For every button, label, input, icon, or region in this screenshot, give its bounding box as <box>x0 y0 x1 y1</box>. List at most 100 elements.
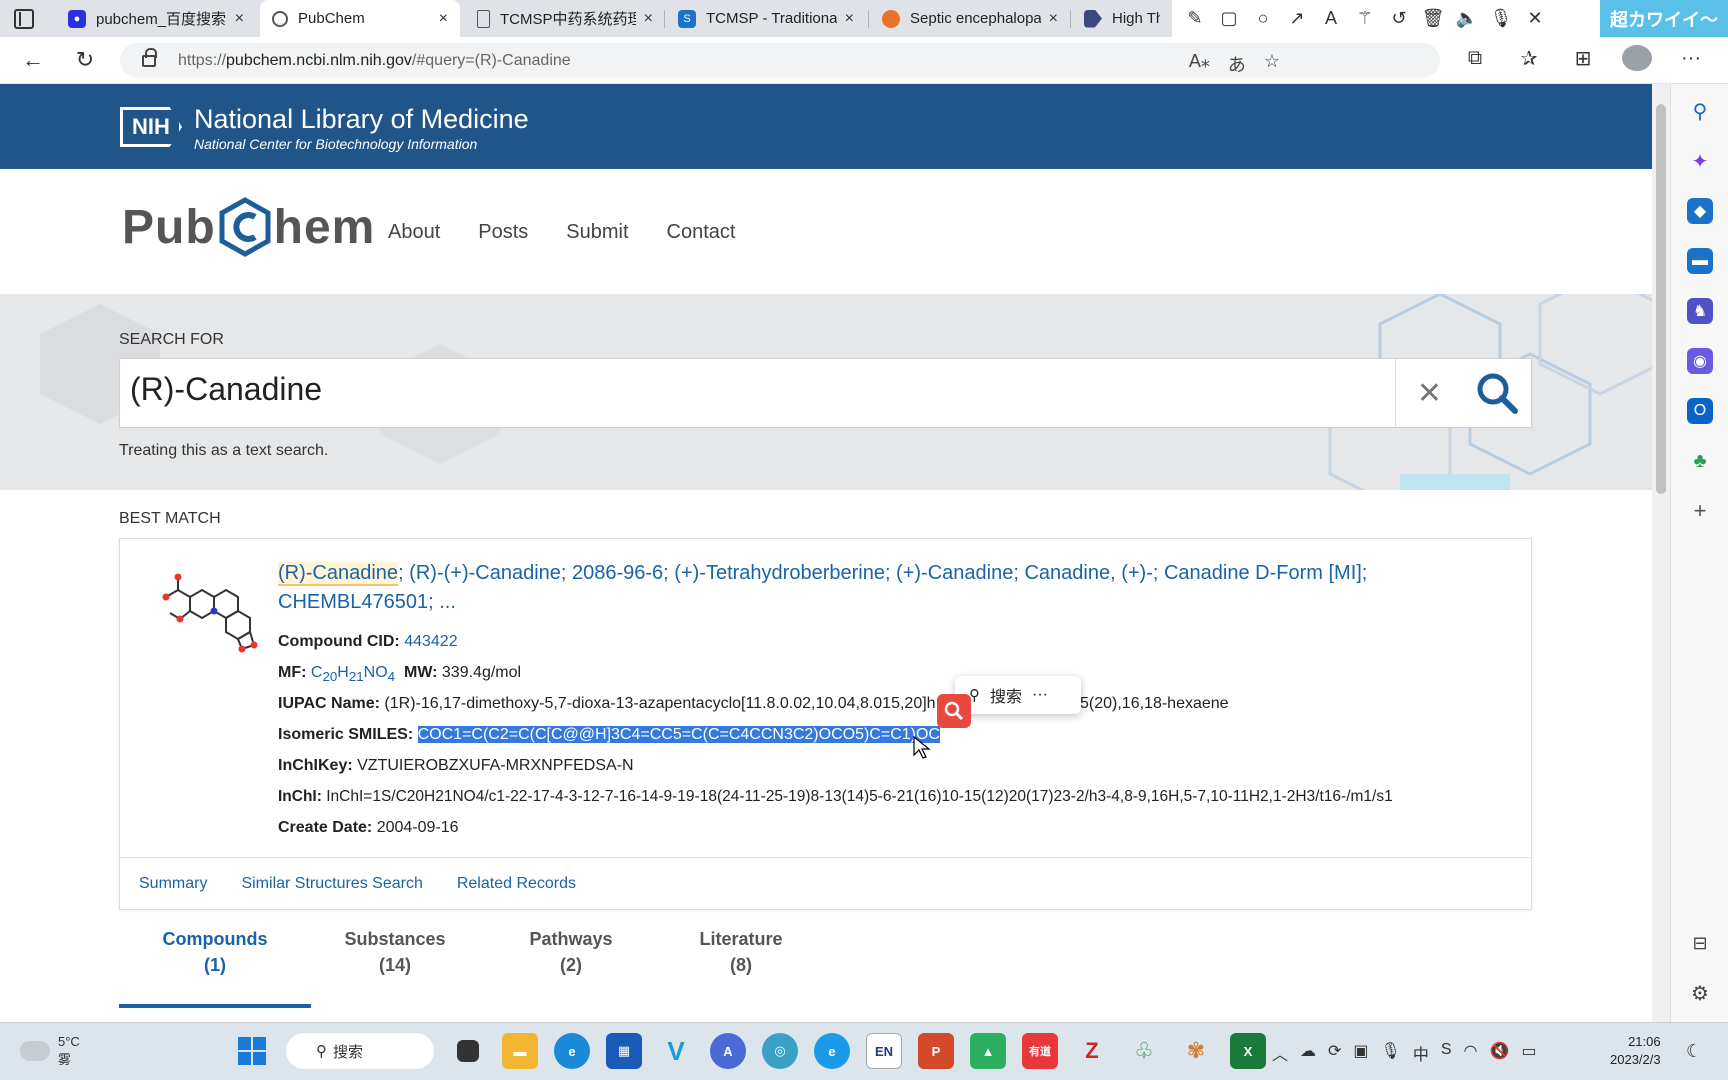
nav-about[interactable]: About <box>388 221 440 244</box>
edge-browser-icon[interactable]: e <box>554 1033 590 1069</box>
microphone-icon[interactable]: 🎙 <box>1488 6 1514 32</box>
store-icon[interactable]: ▦ <box>606 1033 642 1069</box>
microphone-icon[interactable]: 🎙 <box>1381 1041 1401 1065</box>
app-green-icon[interactable]: ▲ <box>970 1033 1006 1069</box>
sync-icon[interactable]: ⟳ <box>1328 1041 1341 1065</box>
browser-tab-septic[interactable]: Septic encephalopa × <box>870 0 1070 37</box>
moon-icon[interactable]: ☾ <box>1686 1041 1702 1062</box>
related-records-link[interactable]: Related Records <box>457 875 576 893</box>
chevron-up-icon[interactable]: ︿ <box>1272 1041 1288 1065</box>
tree-icon[interactable]: ♣ <box>1687 448 1713 474</box>
extensions-icon[interactable]: ⧉ <box>1460 47 1490 70</box>
browser-tab-pubchem[interactable]: PubChem × <box>260 0 460 37</box>
compound-title-link[interactable]: (R)-Canadine; (R)-(+)-Canadine; 2086-96-… <box>278 559 1488 617</box>
tab-literature[interactable]: Literature (8) <box>645 916 837 1008</box>
file-explorer-icon[interactable]: ▬ <box>502 1033 538 1069</box>
zotero-icon[interactable]: Z <box>1074 1033 1110 1069</box>
ime-icon[interactable]: 中 <box>1413 1041 1429 1065</box>
trash-icon[interactable]: 🗑 <box>1420 6 1446 32</box>
tools-icon[interactable]: ▬ <box>1687 248 1713 274</box>
read-aloud-icon[interactable]: A⁎ <box>1189 51 1210 77</box>
close-icon[interactable]: × <box>235 10 244 28</box>
app-leaf-icon[interactable]: ♧ <box>1126 1033 1162 1069</box>
pen-icon[interactable]: ✎ <box>1182 6 1208 32</box>
language-en-icon[interactable]: EN <box>866 1033 902 1069</box>
settings-gear-icon[interactable]: ⚙ <box>1687 980 1713 1006</box>
profile-avatar[interactable] <box>1622 45 1652 71</box>
browser-tab-tcmsp[interactable]: S TCMSP - Traditional × <box>666 0 866 37</box>
sogou-icon[interactable]: S <box>1441 1041 1452 1065</box>
more-menu-icon[interactable]: ··· <box>1676 47 1706 70</box>
windows-start-icon[interactable] <box>234 1033 270 1069</box>
wifi-icon[interactable]: ◠ <box>1464 1041 1478 1065</box>
add-icon[interactable]: + <box>1687 498 1713 524</box>
formula-link[interactable]: C20H21NO4 <box>311 664 395 684</box>
taskbar-search[interactable]: ⚲ 搜索 <box>286 1033 434 1069</box>
microsoft-365-icon[interactable]: ◉ <box>1687 348 1713 374</box>
rectangle-icon[interactable]: ▢ <box>1216 6 1242 32</box>
outlook-icon[interactable]: O <box>1687 398 1713 424</box>
shopping-tag-icon[interactable]: ◆ <box>1687 198 1713 224</box>
games-icon[interactable]: ♞ <box>1687 298 1713 324</box>
excel-icon[interactable]: X <box>1230 1033 1266 1069</box>
smiles-selected-text[interactable]: COC1=C(C2=C(C[C@@H]3C4=CC5=C(C=C4CCN3C2)… <box>417 726 940 743</box>
powerpoint-icon[interactable]: P <box>918 1033 954 1069</box>
page-scrollbar[interactable] <box>1652 84 1670 1022</box>
undo-icon[interactable]: ↺ <box>1386 6 1412 32</box>
search-icon[interactable]: ⚲ <box>1687 98 1713 124</box>
nav-posts[interactable]: Posts <box>478 221 528 244</box>
summary-link[interactable]: Summary <box>139 875 207 893</box>
app-globe-icon[interactable]: ◎ <box>762 1033 798 1069</box>
onedrive-icon[interactable]: ☁ <box>1300 1041 1316 1065</box>
volume-muted-icon[interactable]: 🔇 <box>1490 1041 1510 1065</box>
nih-title[interactable]: National Library of Medicine <box>194 104 529 135</box>
task-view-icon[interactable] <box>457 1040 479 1062</box>
circle-icon[interactable]: ○ <box>1250 6 1276 32</box>
add-favorite-icon[interactable]: ☆ <box>1264 51 1280 77</box>
battery-icon[interactable]: ▭ <box>1521 1041 1536 1065</box>
taskbar-clock[interactable]: 21:06 2023/2/3 <box>1610 1033 1661 1069</box>
search-input[interactable] <box>130 371 1330 408</box>
close-icon[interactable]: ✕ <box>1522 6 1548 32</box>
back-icon[interactable]: ← <box>20 47 46 73</box>
app-bee-icon[interactable]: ✾ <box>1178 1033 1214 1069</box>
nav-contact[interactable]: Contact <box>667 221 736 244</box>
arrow-icon[interactable]: ↗ <box>1284 6 1310 32</box>
more-icon[interactable]: ··· <box>1032 686 1048 704</box>
favorites-icon[interactable]: ✰ <box>1514 46 1544 71</box>
structure-thumbnail[interactable] <box>150 567 260 657</box>
similar-structures-link[interactable]: Similar Structures Search <box>241 875 422 893</box>
nav-submit[interactable]: Submit <box>566 221 628 244</box>
sidebar-toggle-icon[interactable]: ⊟ <box>1687 930 1713 956</box>
speaker-icon[interactable]: 🔈 <box>1454 6 1480 32</box>
cid-link[interactable]: 443422 <box>404 633 457 650</box>
weather-widget[interactable]: 5°C 雾 <box>20 1033 80 1069</box>
translate-icon[interactable]: あ <box>1228 51 1246 77</box>
magic-wand-icon[interactable]: ⚚ <box>1352 6 1378 32</box>
app-tray-icon[interactable]: ▣ <box>1353 1041 1368 1065</box>
nih-logo[interactable]: NIH <box>120 107 182 147</box>
browser-tab-baidu[interactable]: ● pubchem_百度搜索 × <box>56 0 256 37</box>
collections-icon[interactable]: ⊞ <box>1568 46 1598 71</box>
tab-actions-icon[interactable] <box>14 9 34 29</box>
youdao-icon[interactable]: 有道 <box>1022 1033 1058 1069</box>
text-icon[interactable]: A <box>1318 6 1344 32</box>
pubchem-logo[interactable]: Pub hem <box>122 197 375 257</box>
refresh-icon[interactable]: ↻ <box>72 47 98 73</box>
tab-compounds[interactable]: Compounds (1) <box>119 916 311 1008</box>
scroll-thumb[interactable] <box>1656 104 1666 494</box>
search-button[interactable] <box>1463 359 1531 427</box>
quick-search-icon[interactable] <box>937 694 971 728</box>
close-icon[interactable]: × <box>439 10 448 28</box>
close-icon[interactable]: × <box>644 10 653 28</box>
browser-tab-tcmsp-cn[interactable]: TCMSP中药系统药理 × <box>465 0 665 37</box>
edge-dev-icon[interactable]: e <box>814 1033 850 1069</box>
popup-search-button[interactable]: 搜索 <box>990 683 1022 707</box>
tab-pathways[interactable]: Pathways (2) <box>475 916 667 1008</box>
close-icon[interactable]: × <box>845 10 854 28</box>
tab-substances[interactable]: Substances (14) <box>299 916 491 1008</box>
url-field[interactable]: https://pubchem.ncbi.nlm.nih.gov/#query=… <box>120 43 1440 78</box>
app-a-icon[interactable]: A <box>710 1033 746 1069</box>
vscode-like-icon[interactable]: V <box>658 1033 694 1069</box>
copilot-icon[interactable]: ✦ <box>1687 148 1713 174</box>
